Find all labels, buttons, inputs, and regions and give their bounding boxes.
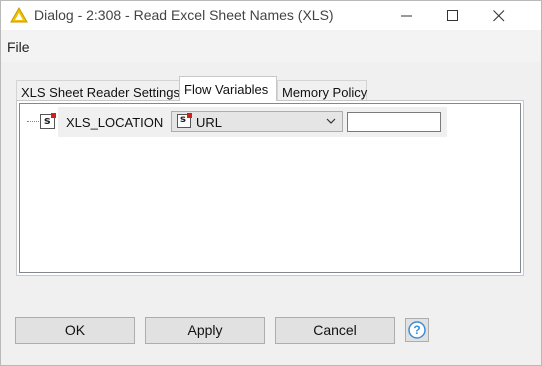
variable-name-label: XLS_LOCATION bbox=[66, 115, 164, 130]
flow-variables-tree[interactable]: s XLS_LOCATION s URL bbox=[19, 103, 521, 273]
tree-connector-line bbox=[27, 121, 39, 122]
tab-xls-sheet-reader-settings[interactable]: XLS Sheet Reader Settings bbox=[16, 80, 180, 101]
maximize-button[interactable] bbox=[430, 2, 476, 30]
chevron-down-icon bbox=[326, 118, 336, 124]
ok-button[interactable]: OK bbox=[15, 317, 135, 344]
close-button[interactable] bbox=[476, 2, 522, 30]
string-variable-icon: s bbox=[40, 113, 56, 129]
tab-memory-policy[interactable]: Memory Policy bbox=[277, 80, 367, 101]
tab-flow-variables[interactable]: Flow Variables bbox=[179, 76, 277, 101]
string-variable-icon: s bbox=[177, 113, 192, 128]
svg-text:?: ? bbox=[413, 323, 420, 337]
apply-button[interactable]: Apply bbox=[145, 317, 265, 344]
dialog-content: XLS Sheet Reader Settings Flow Variables… bbox=[1, 62, 541, 365]
menu-file[interactable]: File bbox=[7, 39, 30, 55]
knime-app-icon bbox=[10, 6, 28, 23]
menu-bar: File bbox=[1, 30, 541, 62]
close-icon bbox=[493, 10, 505, 22]
help-button[interactable]: ? bbox=[405, 318, 429, 342]
minimize-icon bbox=[401, 15, 412, 17]
maximize-icon bbox=[447, 10, 458, 21]
help-icon: ? bbox=[408, 321, 426, 339]
variable-select-value: URL bbox=[196, 115, 223, 130]
window-title: Dialog - 2:308 - Read Excel Sheet Names … bbox=[34, 7, 334, 23]
flow-variable-row: XLS_LOCATION s URL bbox=[58, 107, 447, 137]
variable-select-dropdown[interactable]: s URL bbox=[171, 111, 343, 132]
tab-panel: s XLS_LOCATION s URL bbox=[16, 100, 524, 276]
minimize-button[interactable] bbox=[384, 2, 430, 30]
title-bar[interactable]: Dialog - 2:308 - Read Excel Sheet Names … bbox=[1, 1, 541, 30]
cancel-button[interactable]: Cancel bbox=[275, 317, 395, 344]
variable-value-input[interactable] bbox=[347, 112, 441, 132]
